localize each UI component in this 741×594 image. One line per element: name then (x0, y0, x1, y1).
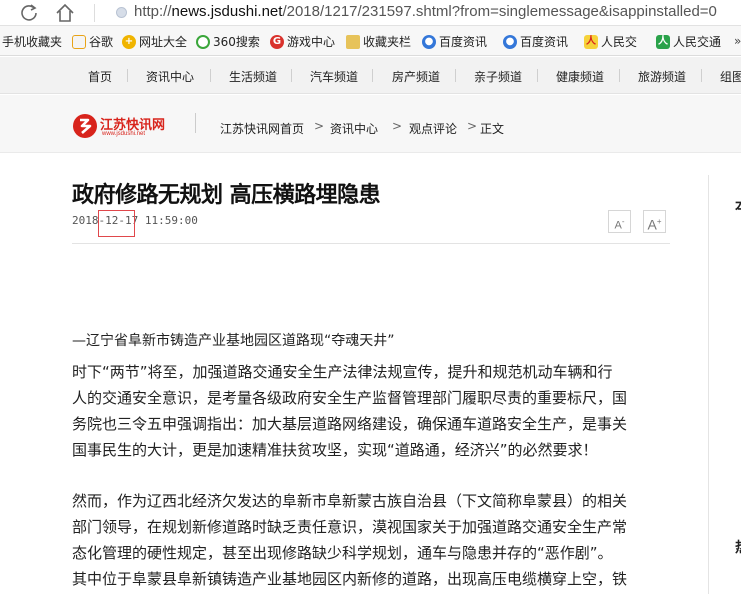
favorite-item[interactable]: 360搜索 (196, 33, 260, 50)
favorite-item[interactable]: G 游戏中心 (270, 33, 335, 50)
nav-gallery[interactable]: 组图 (720, 68, 741, 85)
font-decrease-button[interactable]: A- (608, 210, 631, 233)
nav-life[interactable]: 生活频道 (229, 68, 277, 85)
article-paragraph: 时下“两节”将至，加强道路交通安全生产法律法规宣传，提升和规范机动车辆和行 人的… (72, 359, 672, 463)
paw-icon: ● (422, 34, 436, 49)
favorites-bar: 手机收藏夹 谷歌 + 网址大全 360搜索 G 游戏中心 收藏夹栏 ● 百度资讯 ● 百… (0, 26, 741, 56)
paragraph-line: 务院也三令五申强调指出：加大基层道路网络建设，确保通车道路安全生产，是事关 (72, 415, 628, 433)
favorite-item[interactable]: 手机收藏夹 (2, 33, 62, 50)
paragraph-line: 部门领导，在规划新修道路时缺乏责任意识，漠视国家关于加强道路交通安全生产常 (72, 518, 628, 536)
page-icon (72, 34, 86, 49)
breadcrumb-home[interactable]: 江苏快讯网首页 (220, 120, 304, 137)
url-path: /2018/1217/231597.shtml?from=singlemessa… (282, 3, 717, 20)
site-nav: 首页 资讯中心 生活频道 汽车频道 房产频道 亲子频道 健康频道 旅游频道 组图 (0, 57, 741, 94)
nav-divider (537, 69, 538, 82)
article-title: 政府修路无规划 高压横路埋隐患 (72, 183, 381, 208)
breadcrumb-opinion[interactable]: 观点评论 (409, 120, 457, 137)
more-favorites-icon[interactable]: » (734, 34, 741, 48)
breadcrumb-separator: > (467, 119, 478, 133)
url-host: news.jsdushi.net (171, 3, 283, 20)
paragraph-line: 国事民生的大计，更是加速精准扶贫攻坚，实现“道路通，经济兴”的必然要求！ (72, 441, 598, 459)
game-icon: G (270, 34, 284, 49)
favorite-item[interactable]: ● 百度资讯 (503, 33, 568, 50)
paragraph-line: 其中位于阜蒙县阜新镇铸造产业基地园区内新修的道路，出现高压电缆横穿上空，铁 (72, 570, 628, 588)
nav-divider (372, 69, 373, 82)
toolbar-divider (94, 4, 95, 22)
nav-auto[interactable]: 汽车频道 (310, 68, 358, 85)
breadcrumb-separator: > (392, 119, 403, 133)
address-bar: http://news.jsdushi.net/2018/1217/231597… (0, 0, 741, 26)
paragraph-line: 时下“两节”将至，加强道路交通安全生产法律法规宣传，提升和规范机动车辆和行 (72, 363, 613, 381)
home-icon[interactable] (54, 2, 76, 24)
logo-url: www.jsdushi.net (102, 131, 146, 137)
breadcrumb-header: 江苏快讯网 www.jsdushi.net 江苏快讯网首页 > 资讯中心 > 观… (0, 95, 741, 153)
nav-divider (701, 69, 702, 82)
nav-travel[interactable]: 旅游频道 (638, 68, 686, 85)
nav-health[interactable]: 健康频道 (556, 68, 604, 85)
sidebar-heading-fragment: 热 (735, 537, 741, 557)
breadcrumb-divider (195, 113, 196, 133)
nav-realestate[interactable]: 房产频道 (392, 68, 440, 85)
nav-home[interactable]: 首页 (88, 68, 112, 85)
url-field[interactable]: http://news.jsdushi.net/2018/1217/231597… (134, 3, 717, 20)
article-paragraph: 然而，作为辽西北经济欠发达的阜新市阜新蒙古族自治县（下文简称阜蒙县）的相关 部门… (72, 488, 672, 592)
plus-icon: + (656, 217, 662, 226)
nav-parenting[interactable]: 亲子频道 (474, 68, 522, 85)
nav-divider (127, 69, 128, 82)
favorite-item[interactable]: 谷歌 (72, 33, 113, 50)
ring-icon (196, 34, 210, 49)
paragraph-line: 然而，作为辽西北经济欠发达的阜新市阜新蒙古族自治县（下文简称阜蒙县）的相关 (72, 492, 628, 510)
favorite-item[interactable]: 收藏夹栏 (346, 33, 411, 50)
renmin-icon: 人 (584, 34, 598, 49)
sidebar-heading-fragment: 本 (735, 196, 741, 216)
favorite-item[interactable]: ● 百度资讯 (422, 33, 487, 50)
logo-mark-icon (73, 114, 97, 138)
paw-icon: ● (503, 34, 517, 49)
header-divider (72, 243, 670, 244)
nav-news[interactable]: 资讯中心 (146, 68, 194, 85)
refresh-icon[interactable] (18, 2, 40, 24)
nav-divider (210, 69, 211, 82)
favorite-item[interactable]: 人人民交通 (656, 33, 721, 50)
favorite-item[interactable]: 人人民交 (584, 33, 637, 50)
nav-divider (291, 69, 292, 82)
favorite-item[interactable]: + 网址大全 (122, 33, 187, 50)
site-logo[interactable]: 江苏快讯网 www.jsdushi.net (72, 113, 172, 141)
date-highlight-box (98, 210, 135, 237)
folder-icon (346, 34, 360, 49)
minus-icon: - (621, 217, 625, 226)
url-scheme: http:// (134, 3, 172, 20)
paragraph-line: 态化管理的硬性规定，甚至出现修路缺少科学规划，通车与隐患并存的“恶作剧”。 (72, 544, 613, 562)
paragraph-line: 人的交通安全意识，是考量各级政府安全生产监督管理部门履职尽责的重要标尺，国 (72, 389, 628, 407)
article-subhead: —辽宁省阜新市铸造产业基地园区道路现“夺魂天井” (72, 333, 395, 349)
nav-divider (455, 69, 456, 82)
font-increase-button[interactable]: A+ (643, 210, 666, 233)
tv-icon: 人 (656, 34, 670, 49)
breadcrumb-current: 正文 (480, 122, 505, 136)
breadcrumb-news[interactable]: 资讯中心 (330, 120, 378, 137)
nav-divider (619, 69, 620, 82)
site-info-icon[interactable] (116, 7, 127, 18)
gift-icon: + (122, 34, 136, 49)
sidebar-divider (708, 175, 709, 594)
breadcrumb-separator: > (314, 119, 325, 133)
